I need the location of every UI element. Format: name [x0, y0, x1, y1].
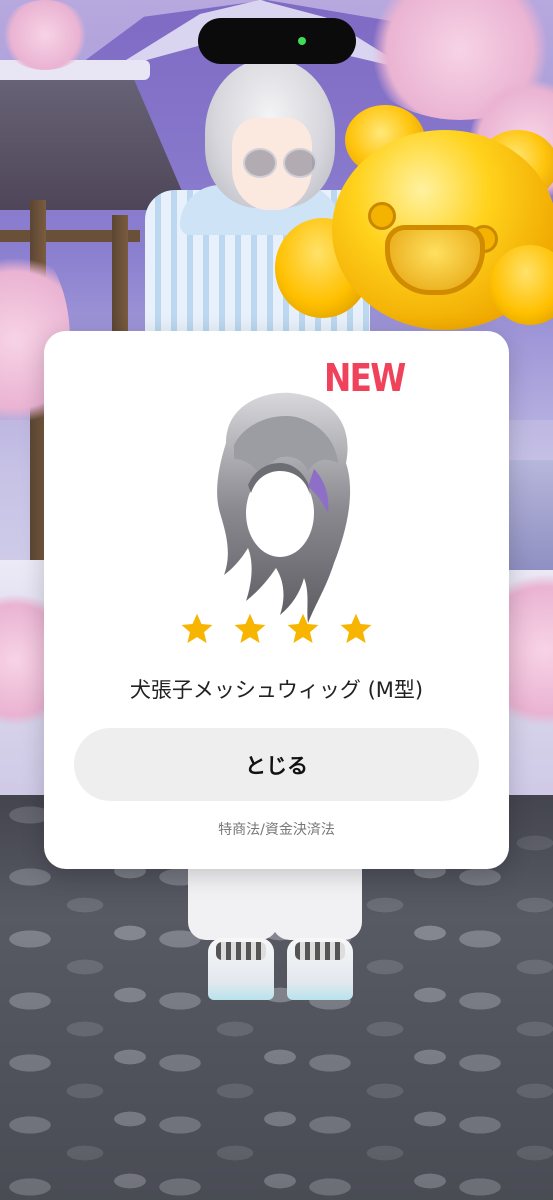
legal-notice-link[interactable]: 特商法/資金決済法	[44, 819, 509, 841]
star-icon	[287, 613, 319, 643]
avatar-sunglasses-right	[283, 148, 317, 178]
dynamic-island	[198, 18, 356, 64]
star-icon	[234, 613, 266, 643]
avatar-shoe-lace	[295, 942, 345, 960]
item-acquired-dialog: NEW 犬張子メッシュウィッグ (M型) とじる 特商法/資金決済法	[44, 331, 509, 869]
wig-icon	[217, 392, 351, 623]
close-button[interactable]: とじる	[74, 728, 479, 801]
rarity-stars	[44, 611, 509, 655]
gold-bear-eye	[368, 202, 396, 230]
item-name: 犬張子メッシュウィッグ (M型)	[129, 678, 424, 702]
avatar-shoe-lace	[216, 942, 266, 960]
camera-indicator-icon	[298, 37, 306, 45]
pavilion-post	[112, 215, 128, 335]
star-icon	[181, 613, 213, 643]
avatar-sunglasses-left	[243, 148, 277, 178]
star-icon	[340, 613, 372, 643]
cherry-blossom	[0, 0, 90, 70]
avatar-pants-left	[188, 860, 278, 940]
avatar-pants-right	[272, 860, 362, 940]
